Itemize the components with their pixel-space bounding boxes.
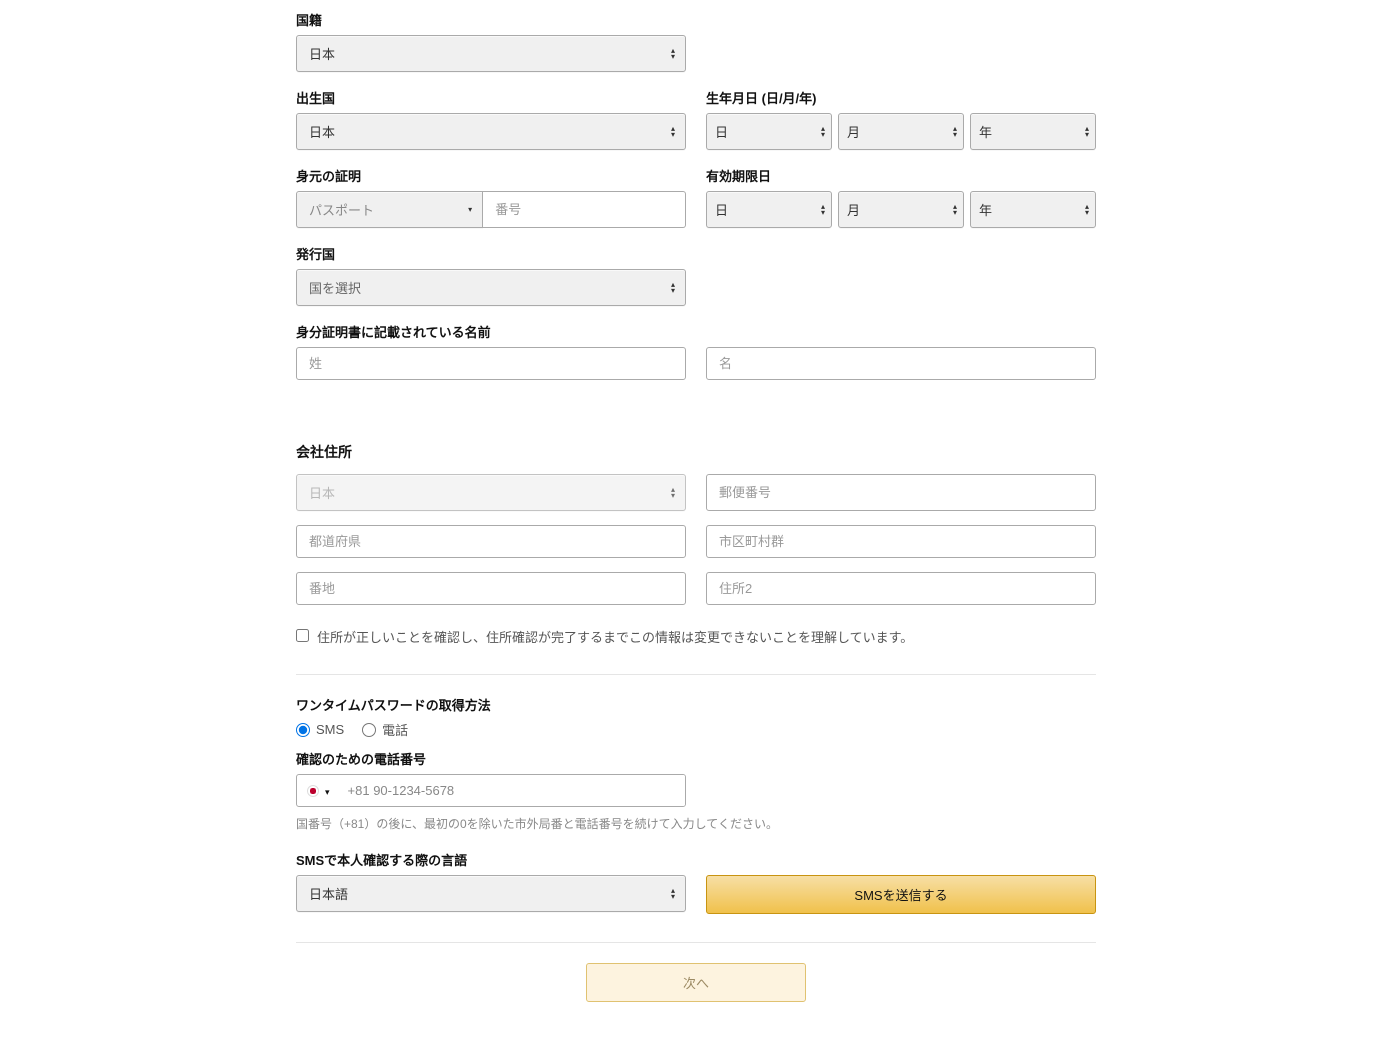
id-number-input[interactable] <box>483 191 686 228</box>
dob-day-select[interactable]: 日 <box>706 113 832 150</box>
dob-label: 生年月日 (日/月/年) <box>706 88 1096 107</box>
nationality-label: 国籍 <box>296 10 1096 29</box>
id-proof-label: 身元の証明 <box>296 166 686 185</box>
expiry-day-select[interactable]: 日 <box>706 191 832 228</box>
otp-phone-radio[interactable] <box>362 723 376 737</box>
verify-phone-label: 確認のための電話番号 <box>296 749 1096 768</box>
expiry-month-select[interactable]: 月 <box>838 191 964 228</box>
divider <box>296 942 1096 943</box>
birth-country-select[interactable]: 日本 <box>296 113 686 150</box>
company-address-heading: 会社住所 <box>296 442 1096 462</box>
next-button[interactable]: 次へ <box>586 963 806 1002</box>
id-name-label: 身分証明書に記載されている名前 <box>296 322 1096 341</box>
address-country-select[interactable]: 日本 <box>296 474 686 511</box>
issuing-country-select[interactable]: 国を選択 <box>296 269 686 306</box>
otp-sms-radio[interactable] <box>296 723 310 737</box>
japan-flag-icon <box>307 785 319 797</box>
dob-year-select[interactable]: 年 <box>970 113 1096 150</box>
phone-number-input[interactable] <box>340 775 685 806</box>
dob-month-select[interactable]: 月 <box>838 113 964 150</box>
sms-language-select[interactable]: 日本語 <box>296 875 686 912</box>
city-input[interactable] <box>706 525 1096 558</box>
address2-input[interactable] <box>706 572 1096 605</box>
postal-code-input[interactable] <box>706 474 1096 511</box>
expiry-label: 有効期限日 <box>706 166 1096 185</box>
street-input[interactable] <box>296 572 686 605</box>
phone-country-select[interactable] <box>297 775 340 806</box>
birth-country-label: 出生国 <box>296 88 686 107</box>
issuing-country-label: 発行国 <box>296 244 1096 263</box>
divider <box>296 674 1096 675</box>
otp-phone-label: 電話 <box>382 720 408 739</box>
sms-language-label: SMSで本人確認する際の言語 <box>296 850 1096 869</box>
phone-help-text: 国番号（+81）の後に、最初の0を除いた市外局番と電話番号を続けて入力してくださ… <box>296 815 1096 832</box>
confirm-address-checkbox[interactable] <box>296 629 309 642</box>
send-sms-button[interactable]: SMSを送信する <box>706 875 1096 914</box>
id-type-select[interactable]: パスポート <box>296 191 483 228</box>
prefecture-input[interactable] <box>296 525 686 558</box>
confirm-address-text: 住所が正しいことを確認し、住所確認が完了するまでこの情報は変更できないことを理解… <box>317 627 913 646</box>
otp-sms-label: SMS <box>316 722 344 737</box>
expiry-year-select[interactable]: 年 <box>970 191 1096 228</box>
first-name-input[interactable] <box>706 347 1096 380</box>
otp-method-label: ワンタイムパスワードの取得方法 <box>296 695 1096 714</box>
chevron-down-icon <box>325 783 330 798</box>
nationality-select[interactable]: 日本 <box>296 35 686 72</box>
last-name-input[interactable] <box>296 347 686 380</box>
